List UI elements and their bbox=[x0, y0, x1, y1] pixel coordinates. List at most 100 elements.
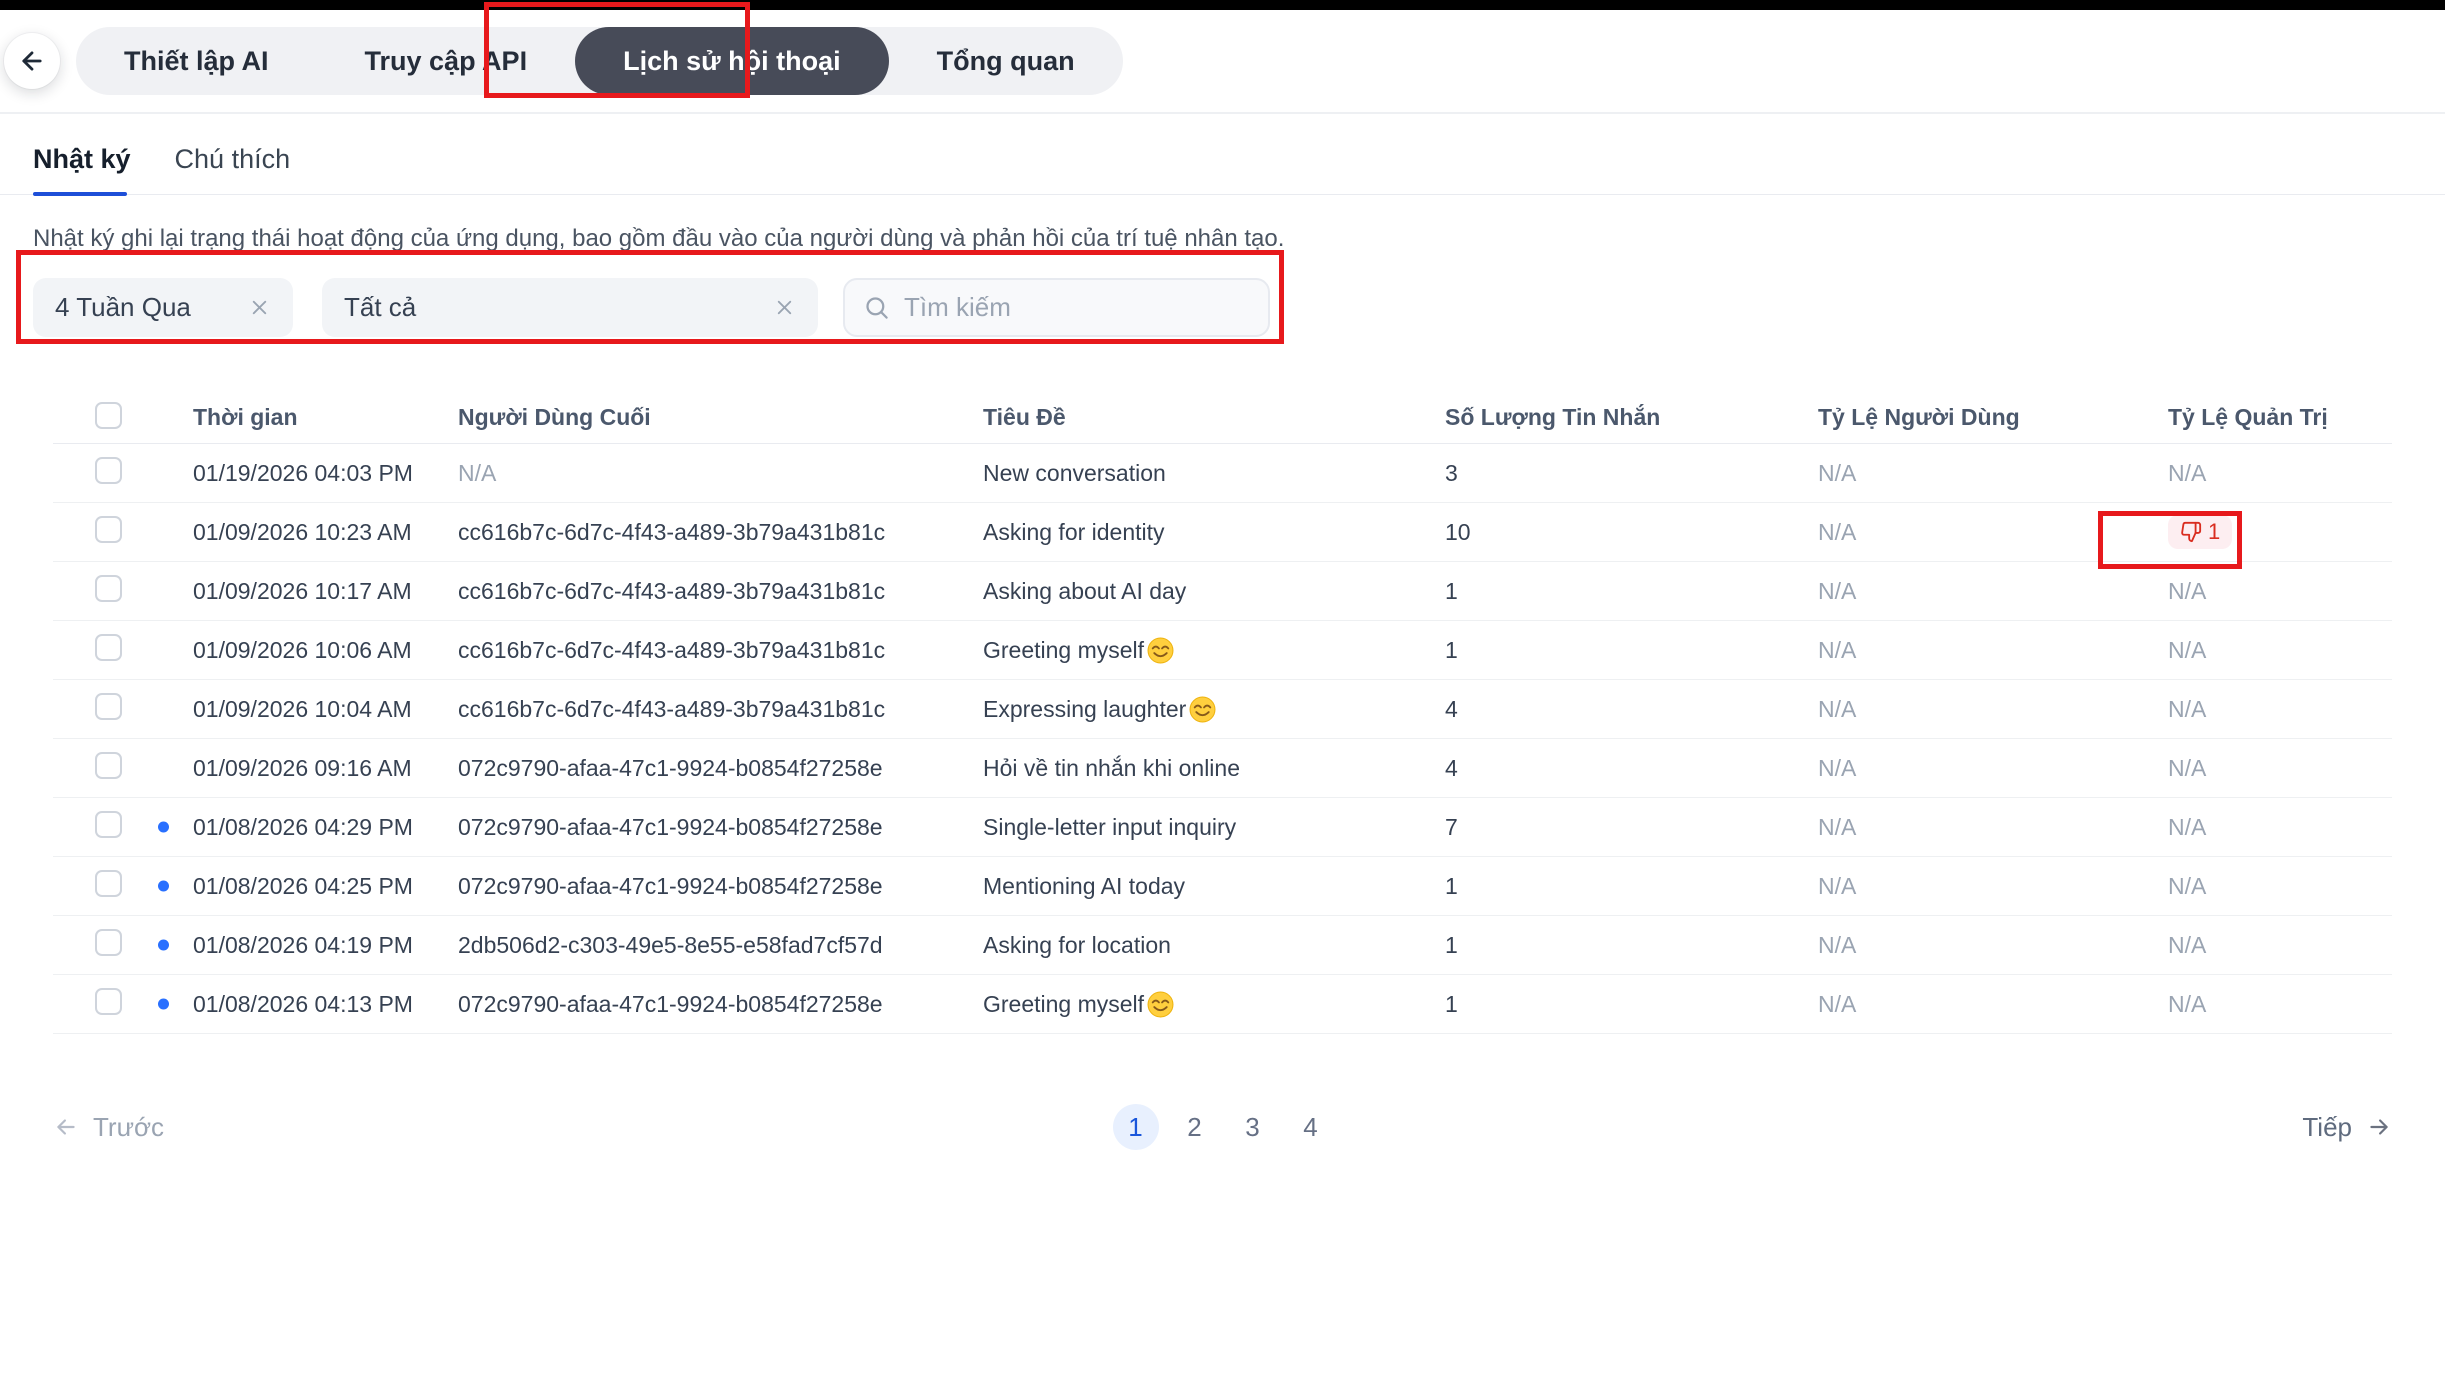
arrow-right-icon bbox=[2366, 1114, 2392, 1140]
page-number-3[interactable]: 3 bbox=[1231, 1104, 1275, 1150]
time-cell: 01/09/2026 10:04 AM bbox=[193, 696, 458, 723]
end-user-cell: 072c9790-afaa-47c1-9924-b0854f27258e bbox=[458, 814, 983, 841]
title-cell: Asking about AI day bbox=[983, 578, 1445, 605]
pagination-next-button[interactable]: Tiếp bbox=[2302, 1112, 2392, 1143]
message-count-cell: 4 bbox=[1445, 696, 1818, 723]
admin-rate-cell: N/A bbox=[2168, 637, 2392, 664]
app-tab-1[interactable]: Thiết lập AI bbox=[76, 27, 317, 95]
row-checkbox[interactable] bbox=[95, 693, 122, 720]
row-checkbox-cell bbox=[53, 516, 193, 549]
conversation-title: Asking about AI day bbox=[983, 578, 1186, 605]
subtab-1[interactable]: Nhật ký bbox=[33, 144, 131, 175]
page-number-2[interactable]: 2 bbox=[1173, 1104, 1217, 1150]
time-cell: 01/09/2026 10:17 AM bbox=[193, 578, 458, 605]
message-count-cell: 1 bbox=[1445, 637, 1818, 664]
time-cell: 01/09/2026 10:23 AM bbox=[193, 519, 458, 546]
conversation-title: Greeting myself bbox=[983, 991, 1144, 1018]
user-rate-cell: N/A bbox=[1818, 873, 2168, 900]
time-filter-select[interactable]: 4 Tuần Qua bbox=[33, 278, 293, 337]
column-header-4: Số Lượng Tin Nhắn bbox=[1445, 404, 1818, 431]
annotation-filter-value: Tất cả bbox=[344, 292, 416, 323]
conversation-title: Mentioning AI today bbox=[983, 873, 1185, 900]
title-cell: Asking for location bbox=[983, 932, 1445, 959]
message-count-cell: 10 bbox=[1445, 519, 1818, 546]
row-checkbox[interactable] bbox=[95, 811, 122, 838]
end-user-cell: cc616b7c-6d7c-4f43-a489-3b79a431b81c bbox=[458, 637, 983, 664]
title-cell: New conversation bbox=[983, 460, 1445, 487]
pagination-prev-button[interactable]: Trước bbox=[53, 1112, 164, 1143]
row-checkbox[interactable] bbox=[95, 929, 122, 956]
row-checkbox[interactable] bbox=[95, 634, 122, 661]
smiling-face-emoji-icon bbox=[1147, 991, 1174, 1018]
table-row[interactable]: 01/09/2026 10:17 AMcc616b7c-6d7c-4f43-a4… bbox=[53, 562, 2392, 621]
row-checkbox[interactable] bbox=[95, 457, 122, 484]
admin-rate-cell: N/A bbox=[2168, 873, 2392, 900]
x-icon[interactable] bbox=[773, 296, 796, 319]
app-tab-3[interactable]: Lịch sử hội thoại bbox=[575, 27, 889, 95]
end-user-cell: cc616b7c-6d7c-4f43-a489-3b79a431b81c bbox=[458, 578, 983, 605]
conversation-title: Hỏi về tin nhắn khi online bbox=[983, 755, 1240, 782]
table-row[interactable]: 01/19/2026 04:03 PMN/ANew conversation3N… bbox=[53, 444, 2392, 503]
end-user-cell: N/A bbox=[458, 460, 983, 487]
user-rate-cell: N/A bbox=[1818, 519, 2168, 546]
table-row[interactable]: 01/09/2026 10:06 AMcc616b7c-6d7c-4f43-a4… bbox=[53, 621, 2392, 680]
admin-rate-cell: N/A bbox=[2168, 755, 2392, 782]
title-cell: Asking for identity bbox=[983, 519, 1445, 546]
page-number-4[interactable]: 4 bbox=[1289, 1104, 1333, 1150]
table-row[interactable]: 01/09/2026 10:04 AMcc616b7c-6d7c-4f43-a4… bbox=[53, 680, 2392, 739]
feedback-count: 1 bbox=[2208, 521, 2220, 543]
search-input[interactable] bbox=[904, 292, 1250, 323]
column-header-2: Người Dùng Cuối bbox=[458, 404, 983, 431]
table-header: Thời gianNgười Dùng CuốiTiêu ĐềSố Lượng … bbox=[53, 392, 2392, 444]
row-checkbox[interactable] bbox=[95, 870, 122, 897]
x-icon[interactable] bbox=[248, 296, 271, 319]
table-row[interactable]: 01/09/2026 09:16 AM072c9790-afaa-47c1-99… bbox=[53, 739, 2392, 798]
table-body: 01/19/2026 04:03 PMN/ANew conversation3N… bbox=[53, 444, 2392, 1034]
back-button[interactable] bbox=[4, 33, 60, 89]
app-header: Thiết lập AITruy cập APILịch sử hội thoạ… bbox=[0, 10, 2445, 114]
conversation-title: New conversation bbox=[983, 460, 1166, 487]
user-rate-cell: N/A bbox=[1818, 696, 2168, 723]
admin-feedback-badge[interactable]: 1 bbox=[2168, 515, 2232, 549]
subtab-2[interactable]: Chú thích bbox=[175, 144, 291, 175]
user-rate-cell: N/A bbox=[1818, 578, 2168, 605]
select-all-checkbox[interactable] bbox=[95, 402, 122, 429]
admin-rate-cell: N/A bbox=[2168, 696, 2392, 723]
user-rate-cell: N/A bbox=[1818, 460, 2168, 487]
row-checkbox-cell bbox=[53, 870, 193, 903]
row-checkbox-cell bbox=[53, 988, 193, 1021]
user-rate-cell: N/A bbox=[1818, 755, 2168, 782]
page-number-1[interactable]: 1 bbox=[1113, 1104, 1159, 1150]
conversation-title: Single-letter input inquiry bbox=[983, 814, 1236, 841]
title-cell: Greeting myself bbox=[983, 991, 1445, 1018]
conversation-title: Asking for identity bbox=[983, 519, 1165, 546]
user-rate-cell: N/A bbox=[1818, 814, 2168, 841]
row-checkbox[interactable] bbox=[95, 752, 122, 779]
admin-rate-cell: N/A bbox=[2168, 578, 2392, 605]
table-row[interactable]: 01/08/2026 04:13 PM072c9790-afaa-47c1-99… bbox=[53, 975, 2392, 1034]
row-checkbox[interactable] bbox=[95, 516, 122, 543]
table-row[interactable]: 01/09/2026 10:23 AMcc616b7c-6d7c-4f43-a4… bbox=[53, 503, 2392, 562]
arrow-left-icon bbox=[53, 1114, 79, 1140]
message-count-cell: 1 bbox=[1445, 932, 1818, 959]
end-user-cell: cc616b7c-6d7c-4f43-a489-3b79a431b81c bbox=[458, 696, 983, 723]
row-checkbox[interactable] bbox=[95, 988, 122, 1015]
user-rate-cell: N/A bbox=[1818, 637, 2168, 664]
end-user-cell: 072c9790-afaa-47c1-9924-b0854f27258e bbox=[458, 755, 983, 782]
column-header-3: Tiêu Đề bbox=[983, 404, 1445, 431]
pagination: Trước 1234 Tiếp bbox=[53, 1096, 2392, 1158]
table-row[interactable]: 01/08/2026 04:19 PM2db506d2-c303-49e5-8e… bbox=[53, 916, 2392, 975]
app-tab-4[interactable]: Tổng quan bbox=[889, 27, 1123, 95]
conversation-title: Expressing laughter bbox=[983, 696, 1186, 723]
annotation-filter-select[interactable]: Tất cả bbox=[322, 278, 818, 337]
app-tab-2[interactable]: Truy cập API bbox=[317, 27, 576, 95]
user-rate-cell: N/A bbox=[1818, 991, 2168, 1018]
row-checkbox[interactable] bbox=[95, 575, 122, 602]
table-row[interactable]: 01/08/2026 04:29 PM072c9790-afaa-47c1-99… bbox=[53, 798, 2392, 857]
message-count-cell: 1 bbox=[1445, 991, 1818, 1018]
log-table: Thời gianNgười Dùng CuốiTiêu ĐềSố Lượng … bbox=[53, 392, 2392, 1034]
magnifier-icon bbox=[863, 294, 890, 321]
admin-rate-cell: 1 bbox=[2168, 515, 2392, 549]
select-all-cell bbox=[53, 402, 193, 434]
table-row[interactable]: 01/08/2026 04:25 PM072c9790-afaa-47c1-99… bbox=[53, 857, 2392, 916]
